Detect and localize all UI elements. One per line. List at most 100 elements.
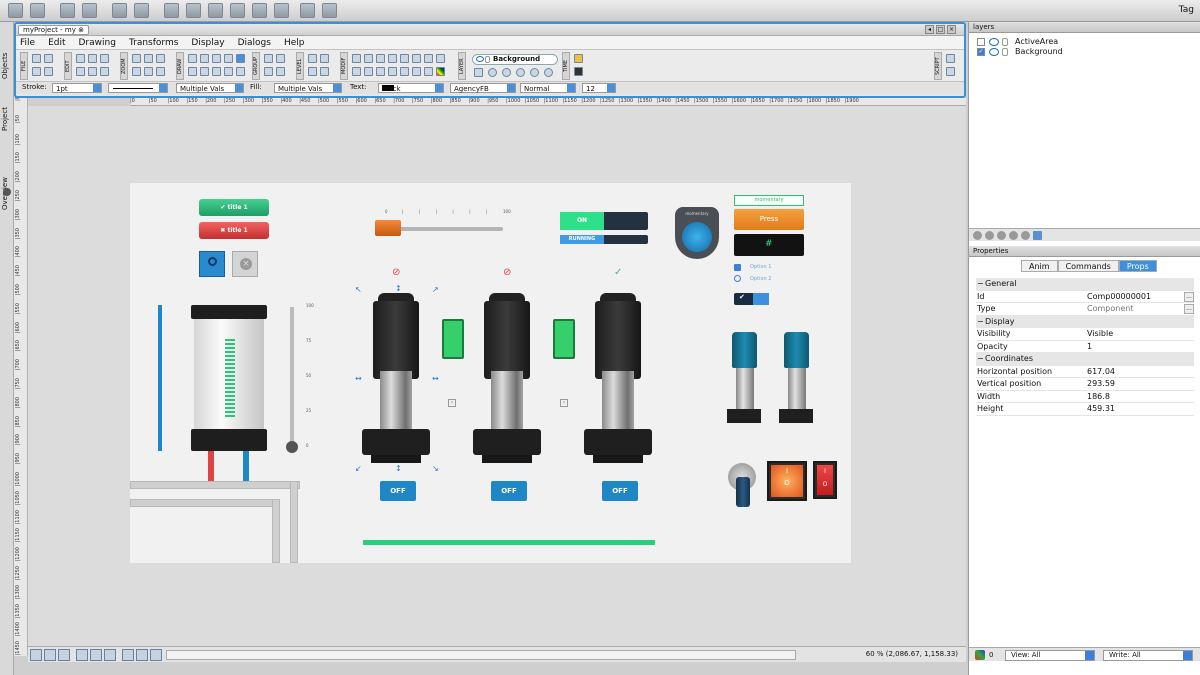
move-icon[interactable] <box>376 54 385 63</box>
zoom-page-icon[interactable] <box>156 67 165 76</box>
slider-thumb[interactable] <box>374 220 401 236</box>
menu-dialogs[interactable]: Dialogs <box>238 38 271 48</box>
send-back-icon[interactable] <box>308 67 317 76</box>
union-icon[interactable] <box>400 54 409 63</box>
ellipsis-button[interactable]: ... <box>1184 304 1194 314</box>
menu-display[interactable]: Display <box>191 38 224 48</box>
overview-icon[interactable] <box>3 188 11 196</box>
monitor-down-icon[interactable] <box>186 3 201 18</box>
up-icon[interactable] <box>997 231 1006 240</box>
eye-icon[interactable] <box>989 48 999 56</box>
stroke-color-select[interactable]: Multiple Vals <box>176 83 244 93</box>
settings-icon[interactable] <box>1021 231 1030 240</box>
font-style-select[interactable]: Normal <box>520 83 576 93</box>
text-size-icon[interactable] <box>436 54 445 63</box>
remove-icon[interactable] <box>985 231 994 240</box>
remove-layer-icon[interactable] <box>502 68 511 77</box>
cut-icon[interactable] <box>76 54 85 63</box>
image-tool-icon[interactable] <box>224 67 233 76</box>
down-icon[interactable] <box>1009 231 1018 240</box>
resize-handle-s-icon[interactable]: ↕ <box>395 465 402 473</box>
list-icon[interactable] <box>1033 231 1042 240</box>
option-2-radio[interactable] <box>734 275 741 282</box>
copy-icon[interactable] <box>112 3 127 18</box>
ok-title-button[interactable]: ✔ title 1 <box>199 199 269 216</box>
layer-item-activearea[interactable]: ActiveArea <box>969 37 1200 47</box>
circle-tool-icon[interactable] <box>212 54 221 63</box>
image-icon[interactable] <box>136 649 148 661</box>
check-toggle[interactable]: ✔ <box>734 293 769 305</box>
monitor-back-icon[interactable] <box>252 3 267 18</box>
angle-icon[interactable] <box>122 649 134 661</box>
pump-3-motor[interactable] <box>595 301 641 379</box>
pump-1-off-button[interactable]: OFF <box>380 481 416 501</box>
resize-handle-se-icon[interactable]: ↘ <box>432 465 439 473</box>
menu-transforms[interactable]: Transforms <box>129 38 178 48</box>
monitor-forward-icon[interactable] <box>274 3 289 18</box>
align-center-icon[interactable] <box>88 67 97 76</box>
bring-forward-icon[interactable] <box>320 54 329 63</box>
tab-objects[interactable]: Objects <box>1 44 13 88</box>
distribute-icon[interactable] <box>364 54 373 63</box>
section-general[interactable]: General <box>976 278 1194 291</box>
prop-row-type[interactable]: Type Component... <box>976 303 1194 316</box>
monitor-close-icon[interactable] <box>230 3 245 18</box>
layer-select[interactable]: Background <box>472 54 558 65</box>
layer-options-icon[interactable] <box>544 68 553 77</box>
slider-track[interactable] <box>385 227 503 231</box>
drawing-canvas[interactable]: ✔ title 1 ✖ title 1 × 0 | | | | | | 100 100 75 50… <box>130 183 851 563</box>
undo-icon[interactable] <box>32 54 41 63</box>
resize-handle-n-icon[interactable]: ↕ <box>395 285 402 293</box>
delete-icon[interactable] <box>100 54 109 63</box>
save-all-icon[interactable] <box>44 67 53 76</box>
tab-project[interactable]: Project <box>1 104 13 134</box>
delete-icon[interactable] <box>134 3 149 18</box>
window-icon[interactable] <box>90 649 102 661</box>
pump-2-motor[interactable] <box>484 301 530 379</box>
menu-edit[interactable]: Edit <box>48 38 65 48</box>
film-icon[interactable] <box>574 67 583 76</box>
horizontal-scrollbar[interactable] <box>166 650 796 660</box>
zoom-fit-icon[interactable] <box>156 54 165 63</box>
text-tool-icon[interactable] <box>224 54 233 63</box>
monitor-icon[interactable] <box>164 3 179 18</box>
lock-icon[interactable] <box>1002 38 1008 46</box>
component-tool-icon[interactable] <box>236 54 245 63</box>
snap-icon[interactable] <box>44 649 56 661</box>
keyboard-icon[interactable] <box>150 649 162 661</box>
save-icon[interactable] <box>32 67 41 76</box>
close-tab-icon[interactable]: ⊗ <box>78 26 84 34</box>
align-right-icon[interactable] <box>100 67 109 76</box>
write-select[interactable]: Write: All <box>1103 650 1193 661</box>
zoom-area-icon[interactable] <box>132 67 141 76</box>
scale-icon[interactable] <box>412 67 421 76</box>
zoom-reset-icon[interactable] <box>144 67 153 76</box>
palette-icon[interactable] <box>436 67 445 76</box>
tag-icon[interactable] <box>975 650 985 660</box>
eye-icon[interactable] <box>989 38 999 46</box>
pump-3-off-button[interactable]: OFF <box>602 481 638 501</box>
rotate-right-icon[interactable] <box>400 67 409 76</box>
save-icon[interactable] <box>8 3 23 18</box>
cancel-title-button[interactable]: ✖ title 1 <box>199 222 269 239</box>
momentary-button[interactable]: momentary <box>734 195 804 206</box>
ellipse-tool-icon[interactable] <box>212 67 221 76</box>
close-button[interactable]: × <box>232 251 258 277</box>
menu-file[interactable]: File <box>20 38 35 48</box>
prop-row-visibility[interactable]: Visibility Visible <box>976 328 1194 341</box>
prop-row-width[interactable]: Width 186.8 <box>976 391 1194 403</box>
fill-select[interactable]: Multiple Vals <box>274 83 342 93</box>
on-off-toggle[interactable]: ON <box>560 212 648 230</box>
window-close-icon[interactable]: × <box>947 25 956 34</box>
rocker-switch-large[interactable]: IO <box>767 461 807 501</box>
user-button[interactable] <box>199 251 225 277</box>
font-size-select[interactable]: 12 <box>582 83 616 93</box>
press-button[interactable]: Press <box>734 209 804 230</box>
window-maximize-icon[interactable]: □ <box>936 25 945 34</box>
flip-icon[interactable] <box>412 54 421 63</box>
resize-icon[interactable] <box>364 67 373 76</box>
crop-icon[interactable] <box>424 67 433 76</box>
dark-button[interactable]: # <box>734 234 804 256</box>
save-as-icon[interactable] <box>30 3 45 18</box>
menu-drawing[interactable]: Drawing <box>79 38 116 48</box>
